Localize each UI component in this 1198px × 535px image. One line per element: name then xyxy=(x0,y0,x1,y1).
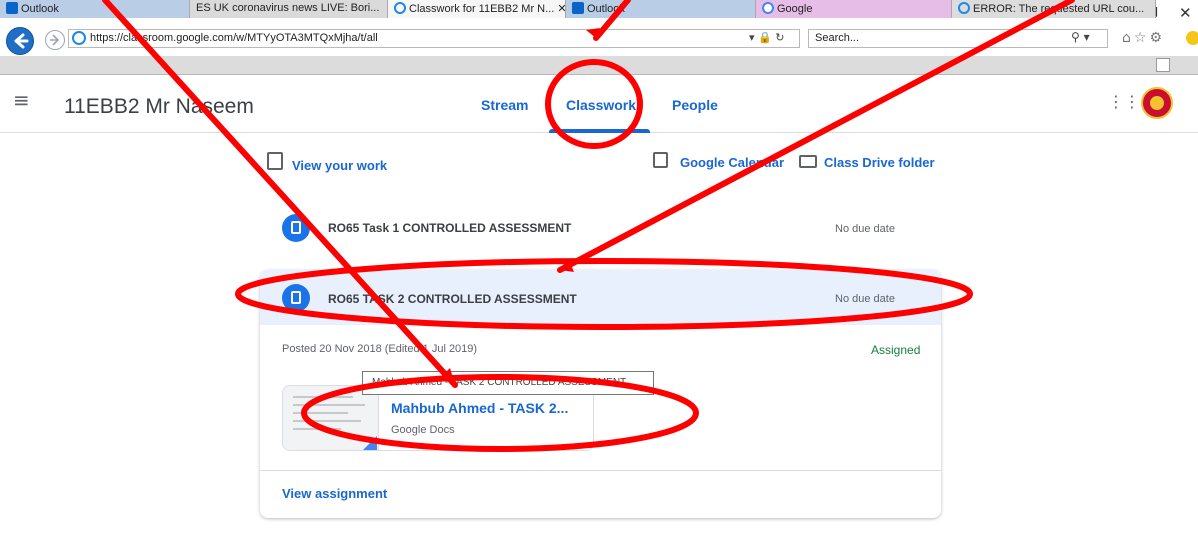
classroom-header: ≡ 11EBB2 Mr Naseem Stream Classwork Peop… xyxy=(0,75,1198,133)
browser-tab-google[interactable]: Google xyxy=(756,0,952,18)
divider xyxy=(260,470,941,471)
tab-label: Google xyxy=(777,3,813,15)
browser-tab-strip xyxy=(0,56,1198,75)
search-icon[interactable]: ⚲ ▾ xyxy=(1071,30,1090,44)
forward-button[interactable] xyxy=(45,30,65,50)
back-button[interactable] xyxy=(6,27,34,55)
outlook-icon xyxy=(572,2,584,14)
browser-tab-outlook[interactable]: Outlook xyxy=(0,0,190,18)
avatar[interactable] xyxy=(1141,87,1173,119)
tab-label: ERROR: The requested URL cou... xyxy=(973,3,1145,15)
forward-arrow-icon xyxy=(50,34,60,46)
posted-date: Posted 20 Nov 2018 (Edited 1 Jul 2019) xyxy=(282,343,478,355)
folder-icon xyxy=(799,155,817,168)
tab-label: Outlook xyxy=(587,3,625,15)
google-icon xyxy=(762,2,774,14)
tab-stream[interactable]: Stream xyxy=(481,97,528,113)
address-url[interactable]: https://classroom.google.com/w/MTYyOTA3M… xyxy=(90,32,378,44)
assignment-ind-icon xyxy=(267,152,283,170)
ie-icon xyxy=(958,2,970,14)
thumbnail-line xyxy=(293,412,348,414)
attachment-tooltip: Mahbub Ahmed - TASK 2 CONTROLLED ASSESSM… xyxy=(362,371,654,395)
browser-tab-error[interactable]: ERROR: The requested URL cou... xyxy=(952,0,1156,18)
thumbnail-line xyxy=(293,428,341,430)
due-date: No due date xyxy=(835,293,895,305)
back-arrow-icon xyxy=(14,33,29,49)
thumbnail-line xyxy=(293,420,361,422)
attachment-type: Google Docs xyxy=(391,424,455,436)
address-tools-icons[interactable]: ▾ 🔒 ↻ xyxy=(749,31,784,44)
smiley-icon[interactable] xyxy=(1186,31,1198,45)
assignment-row-selected[interactable]: RO65 TASK 2 CONTROLLED ASSESSMENT No due… xyxy=(260,270,941,325)
calendar-icon xyxy=(653,152,668,168)
ie-icon xyxy=(394,2,406,14)
thumbnail-line xyxy=(293,396,353,398)
status-badge: Assigned xyxy=(871,343,921,357)
ie-icon xyxy=(72,31,86,45)
active-tab-indicator xyxy=(549,129,650,133)
assignment-icon xyxy=(282,284,310,312)
browser-tab-news[interactable]: ES UK coronavirus news LIVE: Bori... xyxy=(190,0,388,18)
assignment-title[interactable]: RO65 Task 1 CONTROLLED ASSESSMENT xyxy=(328,221,571,235)
home-favorites-settings-icons[interactable]: ⌂☆⚙ xyxy=(1122,30,1165,46)
avatar-crest xyxy=(1150,96,1164,110)
search-placeholder: Search... xyxy=(815,32,860,44)
tab-people[interactable]: People xyxy=(672,97,718,113)
view-assignment-link[interactable]: View assignment xyxy=(282,486,387,501)
tab-label: Outlook xyxy=(21,3,59,15)
tab-label: ES UK coronavirus news LIVE: Bori... xyxy=(196,2,380,14)
main-menu-icon[interactable]: ≡ xyxy=(13,88,30,112)
class-title[interactable]: 11EBB2 Mr Naseem xyxy=(64,95,254,119)
assignment-card-expanded: RO65 TASK 2 CONTROLLED ASSESSMENT No due… xyxy=(260,270,941,518)
tab-label: Classwork for 11EBB2 Mr N... ✕ xyxy=(409,3,566,15)
close-icon[interactable]: ✕ xyxy=(1179,4,1192,22)
assignment-title[interactable]: RO65 TASK 2 CONTROLLED ASSESSMENT xyxy=(328,292,577,306)
address-bar[interactable]: https://classroom.google.com/w/MTYyOTA3M… xyxy=(68,29,800,48)
browser-tab-outlook-2[interactable]: Outlook xyxy=(566,0,756,18)
assignment-icon xyxy=(282,214,310,242)
class-drive-folder-link[interactable]: Class Drive folder xyxy=(824,155,935,170)
browser-search-box[interactable]: Search... ⚲ ▾ xyxy=(808,29,1108,48)
view-your-work-link[interactable]: View your work xyxy=(292,158,387,173)
thumbnail-line xyxy=(293,404,365,406)
due-date: No due date xyxy=(835,223,895,235)
google-calendar-link[interactable]: Google Calendar xyxy=(680,155,784,170)
tab-classwork[interactable]: Classwork xyxy=(566,97,636,113)
browser-tab-classwork[interactable]: Classwork for 11EBB2 Mr N... ✕ xyxy=(388,0,566,18)
google-docs-icon xyxy=(363,436,377,450)
outlook-icon xyxy=(6,2,18,14)
attachment-name[interactable]: Mahbub Ahmed - TASK 2... xyxy=(391,400,568,416)
document-thumbnail xyxy=(283,386,379,450)
new-tab-button[interactable] xyxy=(1156,58,1170,72)
